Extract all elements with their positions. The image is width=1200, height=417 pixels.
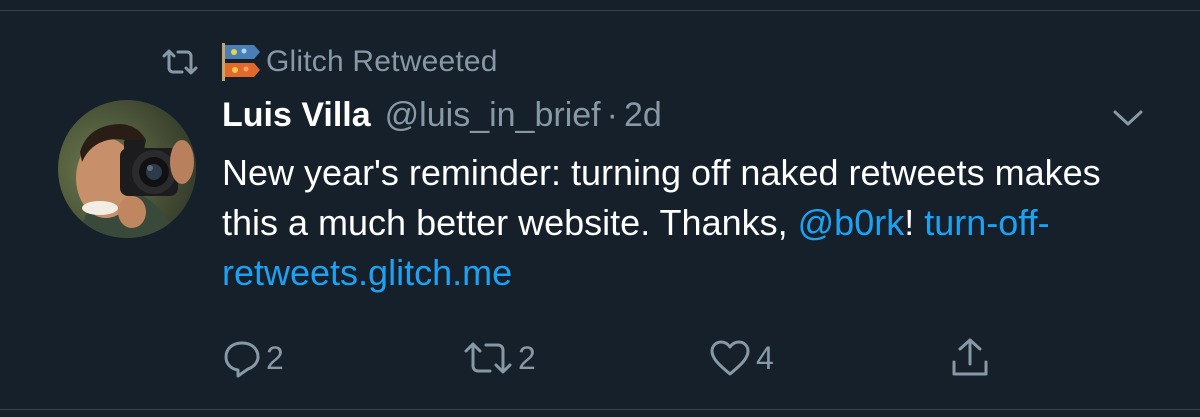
- reply-button[interactable]: 2: [222, 330, 284, 386]
- tweet-header: Luis Villa @luis_in_brief · 2d: [222, 96, 662, 140]
- like-count: 4: [756, 339, 774, 376]
- like-icon: [708, 338, 752, 378]
- tweet-actions: 2 2 4: [0, 330, 1200, 386]
- retweet-count: 2: [518, 339, 536, 376]
- header-separator: ·: [606, 96, 618, 134]
- tweet-text: New year's reminder: turning off naked r…: [222, 148, 1162, 298]
- divider-bottom: [0, 409, 1200, 410]
- reply-count: 2: [266, 339, 284, 376]
- tweet-timestamp[interactable]: 2d: [624, 96, 662, 135]
- author-handle[interactable]: @luis_in_brief: [385, 96, 601, 135]
- share-icon: [948, 336, 992, 380]
- author-name[interactable]: Luis Villa: [222, 96, 371, 135]
- retweet-context[interactable]: Glitch Retweeted: [160, 40, 498, 84]
- share-button[interactable]: [948, 330, 992, 386]
- retweet-context-label: Glitch Retweeted: [266, 45, 498, 78]
- divider-top: [0, 10, 1200, 11]
- tweet-page: Glitch Retweeted Luis Villa @luis_in_bri…: [0, 0, 1200, 417]
- retweet-button[interactable]: 2: [462, 330, 536, 386]
- retweet-icon: [462, 338, 514, 378]
- mention-link[interactable]: @b0rk: [798, 202, 905, 243]
- chevron-down-icon[interactable]: [1110, 104, 1146, 132]
- avatar[interactable]: [58, 100, 196, 238]
- retweet-icon: [160, 46, 200, 78]
- glitch-logo-icon: [220, 41, 262, 83]
- like-button[interactable]: 4: [708, 330, 774, 386]
- tweet-text-part2: !: [904, 202, 925, 243]
- reply-icon: [222, 338, 262, 378]
